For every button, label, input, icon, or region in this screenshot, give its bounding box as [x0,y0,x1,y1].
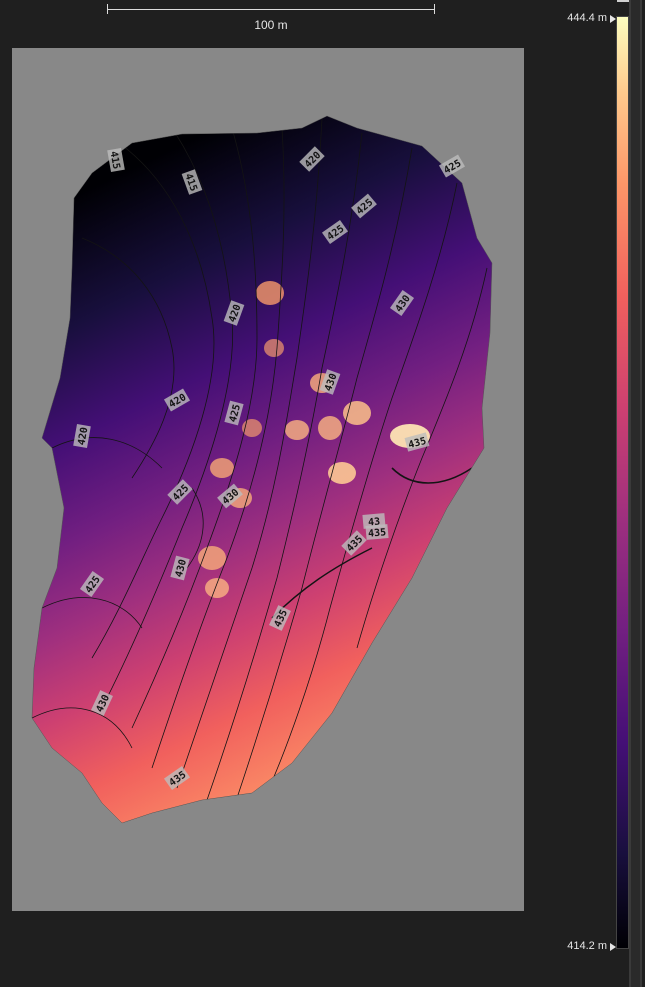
legend-min-arrow-icon [610,943,616,951]
scale-label: 100 m [254,18,288,32]
scale-line [107,9,434,10]
colorbar [616,16,629,949]
legend-top-marker [617,0,629,2]
elevation-map[interactable]: 415 415 420 425 425 425 420 430 420 425 … [12,48,524,911]
terrain-surface [32,116,492,823]
legend-min-label: 414.2 m [567,940,607,952]
legend-max-arrow-icon [610,15,616,23]
legend-max-label: 444.4 m [567,12,607,24]
contour-label: 435 [368,527,387,540]
legend-scroll-track-inner [631,0,640,987]
scale-tick-left [107,4,108,14]
scale-bar: 100 m [106,4,436,34]
map-viewport[interactable]: 415 415 420 425 425 425 420 430 420 425 … [12,48,524,911]
scale-tick-right [434,4,435,14]
